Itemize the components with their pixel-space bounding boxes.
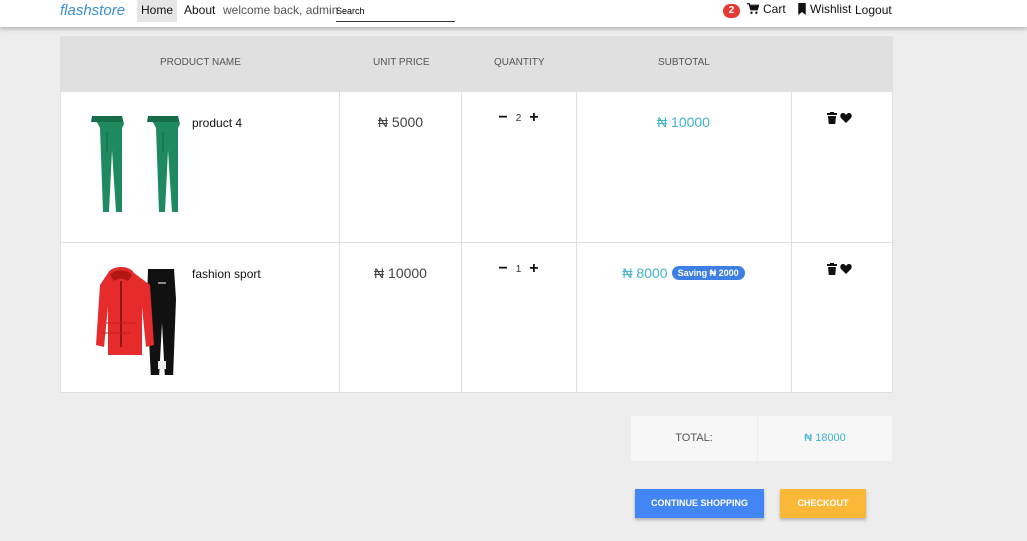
header-product-name: Product Name: [160, 57, 241, 68]
table-header: Product Name Unit Price Quantity Subtota…: [60, 36, 893, 91]
quantity-value: 1: [515, 263, 522, 275]
heart-icon[interactable]: [840, 263, 852, 275]
search-input[interactable]: [336, 0, 455, 21]
table-row: fashion sport ₦ 10000 − 1 + ₦ 8000 Saving…: [60, 242, 893, 393]
product-image-tracksuit: [96, 267, 176, 375]
table-row: product 4 ₦ 5000 − 2 + ₦ 10000: [60, 91, 893, 242]
increase-quantity-button[interactable]: +: [529, 110, 538, 126]
product-name[interactable]: fashion sport: [192, 267, 261, 281]
saving-badge: Saving ₦ 2000: [671, 266, 745, 280]
header-subtotal: Subtotal: [658, 57, 710, 68]
decrease-quantity-button[interactable]: −: [498, 261, 507, 277]
column-divider: [576, 91, 577, 393]
welcome-text: welcome back, admin: [223, 3, 339, 17]
search-field: [336, 0, 455, 22]
trash-icon[interactable]: [826, 112, 838, 124]
quantity-value: 2: [515, 112, 522, 124]
navbar: flashstore Home About welcome back, admi…: [0, 0, 1027, 27]
subtotal: ₦ 8000 Saving ₦ 2000: [576, 265, 791, 281]
total-value: ₦ 18000: [804, 432, 846, 444]
row-actions: [826, 263, 852, 275]
product-name[interactable]: product 4: [192, 116, 242, 130]
cart-icon: [747, 3, 759, 14]
subtotal-value: ₦ 8000: [622, 265, 668, 281]
checkout-button[interactable]: Checkout: [780, 489, 866, 518]
row-actions: [826, 112, 852, 124]
column-divider: [461, 91, 462, 393]
quantity-stepper: − 2 +: [461, 110, 576, 126]
subtotal: ₦ 10000: [576, 114, 791, 130]
quantity-stepper: − 1 +: [461, 261, 576, 277]
bookmark-icon: [798, 3, 806, 15]
nav-about-link[interactable]: About: [184, 3, 215, 17]
unit-price: ₦ 10000: [374, 265, 427, 281]
continue-shopping-button[interactable]: Continue Shopping: [635, 489, 764, 518]
subtotal-value: ₦ 10000: [657, 114, 710, 130]
nav-wishlist-link[interactable]: Wishlist: [796, 2, 851, 16]
nav-wishlist-label: Wishlist: [810, 2, 852, 16]
cart-total: TOTAL: ₦ 18000: [631, 416, 892, 461]
heart-icon[interactable]: [840, 112, 852, 124]
brand-logo[interactable]: flashstore: [60, 2, 125, 19]
nav-home-link[interactable]: Home: [137, 0, 177, 22]
increase-quantity-button[interactable]: +: [529, 261, 538, 277]
header-unit-price: Unit Price: [373, 57, 430, 68]
header-quantity: Quantity: [494, 57, 545, 68]
nav-cart-link[interactable]: Cart: [747, 2, 786, 16]
nav-logout-link[interactable]: Logout: [855, 3, 892, 17]
nav-cart-label: Cart: [763, 2, 786, 16]
column-divider: [339, 91, 340, 393]
cart-count-badge: 2: [723, 4, 740, 18]
trash-icon[interactable]: [826, 263, 838, 275]
product-image-pants: [91, 116, 180, 212]
column-divider: [791, 91, 792, 393]
decrease-quantity-button[interactable]: −: [498, 110, 507, 126]
total-label: TOTAL:: [675, 432, 713, 444]
cart-table: Product Name Unit Price Quantity Subtota…: [60, 36, 893, 393]
unit-price: ₦ 5000: [377, 114, 424, 130]
